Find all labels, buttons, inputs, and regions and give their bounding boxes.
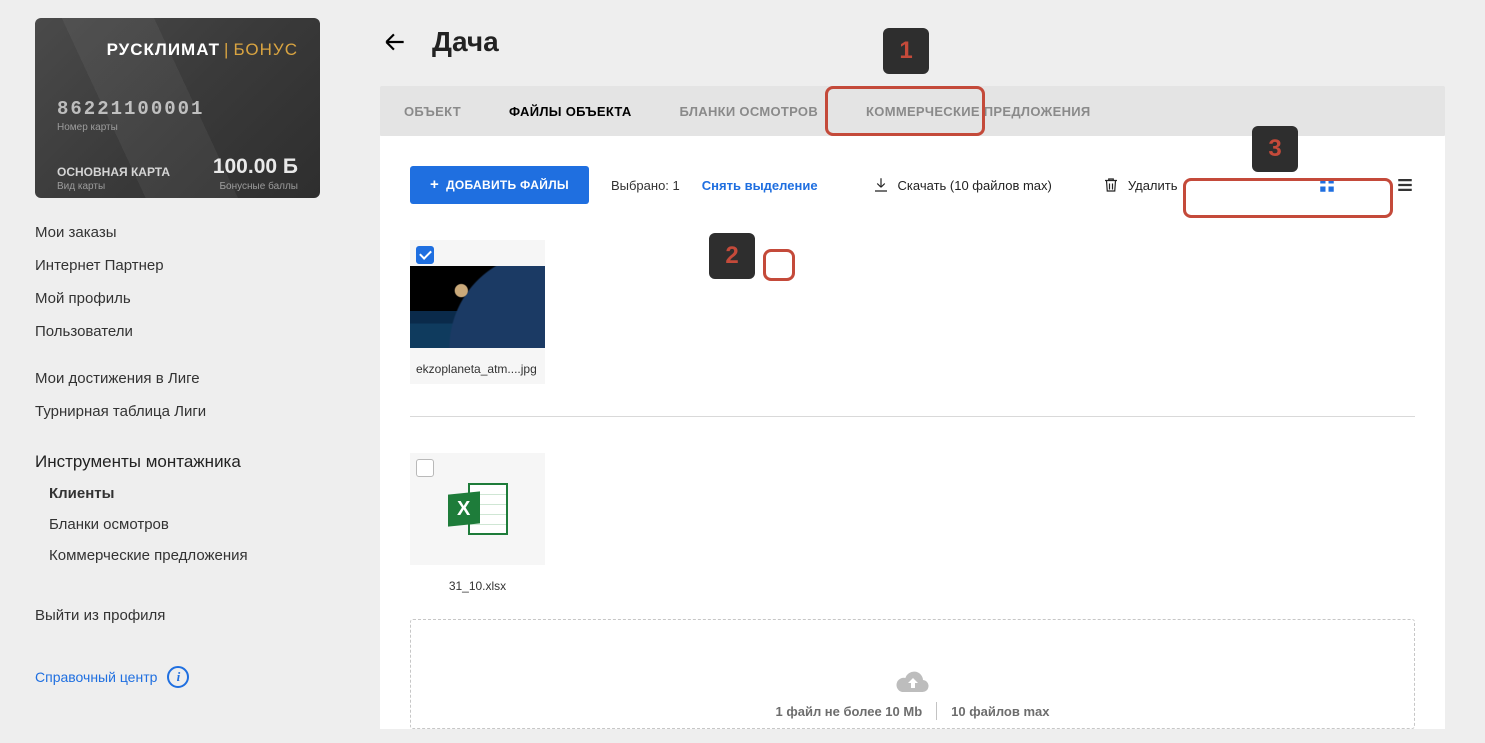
back-button[interactable] [380,27,410,57]
tab-blanks[interactable]: БЛАНКИ ОСМОТРОВ [674,86,825,136]
main: 1 2 3 Дача ОБЪЕКТ ФАЙЛЫ ОБЪЕКТА БЛАНКИ О… [355,0,1485,743]
card-number-label: Номер карты [57,122,298,133]
arrow-left-icon [382,29,408,55]
marker-2: 2 [709,233,755,279]
nav-clients[interactable]: Клиенты [35,478,320,509]
tab-files[interactable]: ФАЙЛЫ ОБЪЕКТА [503,86,638,136]
marker-3: 3 [1252,126,1298,172]
nav-achievements[interactable]: Мои достижения в Лиге [35,362,320,395]
tab-offers[interactable]: КОММЕРЧЕСКИЕ ПРЕДЛОЖЕНИЯ [860,86,1097,136]
card-balance-label: Бонусные баллы [213,181,298,192]
download-icon [872,176,890,194]
card-type: ОСНОВНАЯ КАРТА [57,165,170,179]
file-checkbox[interactable] [416,459,434,477]
excel-icon: X [448,483,508,535]
clear-selection-link[interactable]: Снять выделение [702,178,818,193]
nav-partner[interactable]: Интернет Партнер [35,249,320,282]
delete-button[interactable]: Удалить [1102,176,1178,194]
side-nav: Мои заказы Интернет Партнер Мой профиль … [35,216,320,632]
nav-users[interactable]: Пользователи [35,315,320,348]
file-name: ekzoplaneta_atm....jpg [410,356,545,384]
view-list-button[interactable] [1395,175,1415,195]
card-type-label: Вид карты [57,181,170,192]
file-checkbox[interactable] [416,246,434,264]
nav-orders[interactable]: Мои заказы [35,216,320,249]
trash-icon [1102,176,1120,194]
view-grid-button[interactable] [1317,175,1337,195]
add-files-label: ДОБАВИТЬ ФАЙЛЫ [446,178,569,192]
marker-1: 1 [883,28,929,74]
file-name: 31_10.xlsx [410,573,545,601]
info-icon: i [167,666,189,688]
dropzone[interactable]: 1 файл не более 10 Mb 10 файлов max [410,619,1415,729]
bonus-card: РУСКЛИМАТ|БОНУС 86221100001 Номер карты … [35,18,320,198]
file-item[interactable]: ekzoplaneta_atm....jpg [410,240,545,384]
nav-profile[interactable]: Мой профиль [35,282,320,315]
content: + ДОБАВИТЬ ФАЙЛЫ Выбрано: 1 Снять выделе… [380,136,1445,729]
nav-logout[interactable]: Выйти из профиля [35,599,320,632]
download-label: Скачать (10 файлов max) [898,178,1052,193]
file-thumbnail [410,266,545,348]
divider [410,416,1415,417]
sidebar: РУСКЛИМАТ|БОНУС 86221100001 Номер карты … [0,0,355,743]
nav-blanks[interactable]: Бланки осмотров [35,509,320,540]
file-item[interactable]: X 31_10.xlsx [410,453,545,601]
brand-main: РУСКЛИМАТ [107,40,220,59]
delete-label: Удалить [1128,178,1178,193]
card-number: 86221100001 [57,98,298,120]
help-link[interactable]: Справочный центр i [35,666,320,688]
nav-tools-section: Инструменты монтажника [35,442,320,478]
nav-offers[interactable]: Коммерческие предложения [35,540,320,571]
brand-bonus: БОНУС [233,40,298,59]
upload-icon [895,670,931,696]
nav-leaderboard[interactable]: Турнирная таблица Лиги [35,395,320,428]
limit-count: 10 файлов max [951,704,1049,719]
selected-text: Выбрано: 1 [611,178,680,193]
card-balance: 100.00 Б [213,155,298,179]
grid-icon [1318,176,1336,194]
help-label: Справочный центр [35,669,157,685]
page-title: Дача [432,26,499,58]
tab-object[interactable]: ОБЪЕКТ [398,86,467,136]
dropzone-limits: 1 файл не более 10 Mb 10 файлов max [776,702,1050,720]
list-icon [1396,176,1414,194]
download-button[interactable]: Скачать (10 файлов max) [872,176,1052,194]
add-files-button[interactable]: + ДОБАВИТЬ ФАЙЛЫ [410,166,589,204]
limit-size: 1 файл не более 10 Mb [776,704,923,719]
brand: РУСКЛИМАТ|БОНУС [57,40,298,60]
